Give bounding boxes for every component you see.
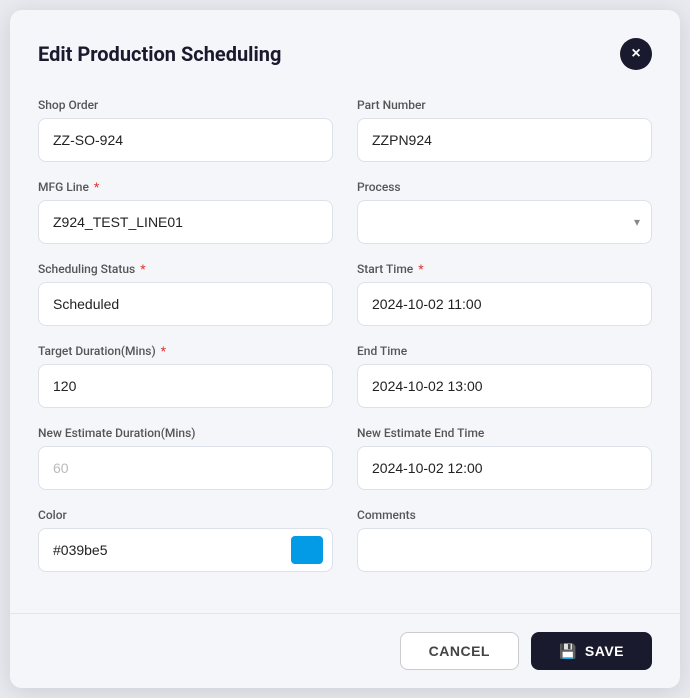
save-button[interactable]: 💾 SAVE <box>531 632 652 670</box>
part-number-input[interactable] <box>357 118 652 162</box>
modal-header: Edit Production Scheduling × <box>38 38 652 70</box>
end-time-input[interactable] <box>357 364 652 408</box>
color-input-wrapper <box>38 528 333 572</box>
process-label: Process <box>357 180 652 194</box>
target-duration-group: Target Duration(Mins) * <box>38 344 333 408</box>
modal-footer: CANCEL 💾 SAVE <box>10 613 680 688</box>
part-number-group: Part Number <box>357 98 652 162</box>
comments-label: Comments <box>357 508 652 522</box>
new-estimate-duration-input[interactable] <box>38 446 333 490</box>
form-grid: Shop Order Part Number MFG Line * Proces… <box>38 98 652 572</box>
end-time-group: End Time <box>357 344 652 408</box>
process-select[interactable] <box>357 200 652 244</box>
mfg-line-required: * <box>91 180 99 194</box>
color-input[interactable] <box>38 528 333 572</box>
scheduling-status-required: * <box>137 262 145 276</box>
target-duration-required: * <box>158 344 166 358</box>
end-time-label: End Time <box>357 344 652 358</box>
color-group: Color <box>38 508 333 572</box>
new-estimate-duration-label: New Estimate Duration(Mins) <box>38 426 333 440</box>
start-time-group: Start Time * <box>357 262 652 326</box>
edit-production-scheduling-modal: Edit Production Scheduling × Shop Order … <box>10 10 680 688</box>
save-label: SAVE <box>585 643 624 659</box>
target-duration-input[interactable] <box>38 364 333 408</box>
shop-order-label: Shop Order <box>38 98 333 112</box>
color-label: Color <box>38 508 333 522</box>
part-number-label: Part Number <box>357 98 652 112</box>
new-estimate-duration-group: New Estimate Duration(Mins) <box>38 426 333 490</box>
scheduling-status-label: Scheduling Status * <box>38 262 333 276</box>
shop-order-input[interactable] <box>38 118 333 162</box>
scheduling-status-group: Scheduling Status * <box>38 262 333 326</box>
process-select-wrapper: ▾ <box>357 200 652 244</box>
save-icon: 💾 <box>559 643 577 660</box>
shop-order-group: Shop Order <box>38 98 333 162</box>
scheduling-status-input[interactable] <box>38 282 333 326</box>
start-time-label: Start Time * <box>357 262 652 276</box>
target-duration-label: Target Duration(Mins) * <box>38 344 333 358</box>
start-time-required: * <box>415 262 423 276</box>
cancel-button[interactable]: CANCEL <box>400 632 519 670</box>
new-estimate-end-time-input[interactable] <box>357 446 652 490</box>
mfg-line-label: MFG Line * <box>38 180 333 194</box>
new-estimate-end-time-group: New Estimate End Time <box>357 426 652 490</box>
new-estimate-end-time-label: New Estimate End Time <box>357 426 652 440</box>
mfg-line-group: MFG Line * <box>38 180 333 244</box>
close-button[interactable]: × <box>620 38 652 70</box>
start-time-input[interactable] <box>357 282 652 326</box>
color-swatch[interactable] <box>291 536 323 564</box>
comments-group: Comments <box>357 508 652 572</box>
modal-title: Edit Production Scheduling <box>38 42 281 66</box>
comments-input[interactable] <box>357 528 652 572</box>
process-group: Process ▾ <box>357 180 652 244</box>
mfg-line-input[interactable] <box>38 200 333 244</box>
